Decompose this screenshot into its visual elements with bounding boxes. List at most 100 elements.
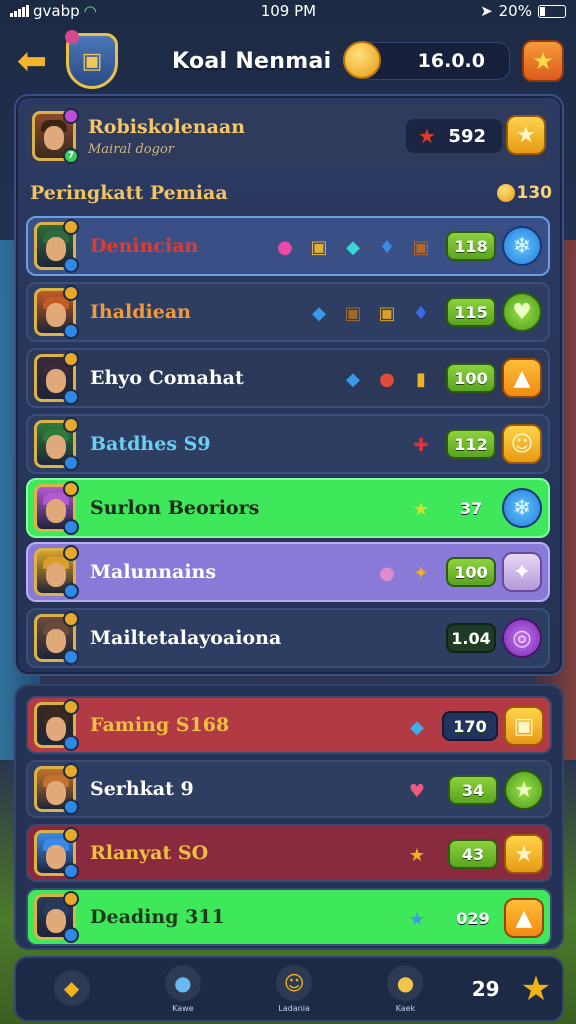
gem-icon: ♦ <box>412 302 430 324</box>
ranking-player-name: Mailtetalayoaiona <box>90 627 282 649</box>
donut-icon: ● <box>277 236 293 258</box>
secondary-row[interactable]: Rlanyat SO ★ 43 ★ <box>26 824 552 882</box>
ranking-header: Peringkatt Pemiaa 130 <box>30 178 552 208</box>
secondary-action-button[interactable]: ★ <box>504 834 544 874</box>
player-score: ★ 592 <box>406 119 502 153</box>
ranking-action-button[interactable]: ♥ <box>502 292 542 332</box>
back-arrow-icon[interactable]: ⬅ <box>10 39 54 83</box>
ranking-action-button[interactable]: ▲ <box>502 358 542 398</box>
secondary-row[interactable]: Deading 311 ★ 029 ▲ <box>26 888 552 946</box>
gift-icon: ✚ <box>413 434 429 456</box>
player-star-button[interactable]: ★ <box>506 115 546 155</box>
sword-icon: ✦ <box>413 562 429 584</box>
coin-balance[interactable]: 16.0.0 <box>343 41 510 80</box>
ranking-row[interactable]: Malunnains ● ✦ 100 ✦ <box>26 542 550 602</box>
player-avatar <box>34 699 79 751</box>
nav-item-smile[interactable]: ☺ Ladania <box>249 965 339 1013</box>
ring-icon: ◎ <box>512 625 532 651</box>
ranking-action-button[interactable]: ◎ <box>502 618 542 658</box>
player-avatar <box>34 481 79 535</box>
secondary-row[interactable]: Serhkat 9 ♥ 34 ★ <box>26 760 552 818</box>
secondary-score: 170 <box>442 711 498 741</box>
player-avatar <box>34 285 79 339</box>
smile-icon: ☺ <box>510 431 534 457</box>
secondary-item-strip: ★ <box>402 840 432 870</box>
secondary-list-panel: Faming S168 ◆ 170 ▣ Serhkat 9 ♥ 34 ★ Rlanyat SO ★… <box>14 684 564 950</box>
star-shop-button[interactable]: ★ <box>522 40 564 82</box>
level-badge-icon <box>63 257 79 273</box>
cube-icon: ◆ <box>410 716 424 738</box>
ranking-score: 100 <box>446 557 496 587</box>
secondary-action-button[interactable]: ▣ <box>504 706 544 746</box>
ranking-count: 130 <box>496 183 553 203</box>
current-player-card[interactable]: 7 Robiskolenaan Mairal dogor ★ 592 ★ <box>26 104 550 168</box>
rank-badge-icon <box>63 763 79 779</box>
player-avatar <box>34 351 79 405</box>
rank-badge-icon <box>63 351 79 367</box>
carrier-label: gvabp <box>33 2 80 20</box>
coin-icon <box>496 184 515 202</box>
nav-item-label: Kawe <box>172 1004 194 1013</box>
player-name: Robiskolenaan <box>88 115 246 138</box>
level-badge-icon <box>63 519 79 535</box>
secondary-action-button[interactable]: ★ <box>504 770 544 810</box>
potion-icon: ● <box>379 368 395 390</box>
ranking-item-strip: ✚ <box>406 430 436 460</box>
ranking-action-button[interactable]: ☺ <box>502 424 542 464</box>
star-icon: ★ <box>516 122 536 148</box>
ranking-score: 1.04 <box>446 623 496 653</box>
level-badge-icon <box>63 799 79 815</box>
ranking-row[interactable]: Batdhes S9 ✚ 112 ☺ <box>26 414 550 474</box>
ranking-item-strip: ◆ ▣ ▣ ♦ <box>304 298 436 328</box>
nav-item-coin[interactable]: ● Kaek <box>360 965 450 1013</box>
globe-icon: ● <box>164 965 201 1001</box>
secondary-score: 34 <box>448 775 498 805</box>
ranking-row[interactable]: Ehyo Comahat ◆ ● ▮ 100 ▲ <box>26 348 550 408</box>
location-icon: ➤ <box>480 2 493 20</box>
player-avatar <box>34 611 79 665</box>
star-icon: ★ <box>418 124 436 148</box>
coin-amount: 16.0.0 <box>417 50 485 72</box>
star-icon: ★ <box>514 841 534 867</box>
chest-icon: ▣ <box>344 302 362 324</box>
rank-badge-icon <box>63 417 79 433</box>
ranking-player-name: Malunnains <box>90 561 217 583</box>
snowflake-icon: ❄ <box>512 233 532 259</box>
nav-item-globe[interactable]: ● Kawe <box>138 965 228 1013</box>
player-avatar <box>34 545 79 599</box>
secondary-score: 43 <box>448 839 498 869</box>
leaderboard-panel: 7 Robiskolenaan Mairal dogor ★ 592 ★ Per… <box>14 94 564 676</box>
cube-icon: ◆ <box>312 302 326 324</box>
level-badge-icon <box>63 649 79 665</box>
star-icon: ★ <box>408 908 426 930</box>
rank-badge-icon <box>63 285 79 301</box>
star-icon: ✦ <box>512 559 532 585</box>
battery-percent: 20% <box>498 2 532 20</box>
ranking-item-strip: ★ <box>406 494 436 524</box>
wifi-icon: ◠ <box>83 2 97 20</box>
secondary-row[interactable]: Faming S168 ◆ 170 ▣ <box>26 696 552 754</box>
ranking-row[interactable]: Mailtetalayoaiona 1.04 ◎ <box>26 608 550 668</box>
ranking-player-name: Denincian <box>90 235 199 257</box>
player-subtitle: Mairal dogor <box>88 141 174 157</box>
nav-item-home[interactable]: ◆ <box>27 969 117 1009</box>
ranking-count-value: 130 <box>516 183 553 203</box>
ranking-action-button[interactable]: ❄ <box>502 488 542 528</box>
nav-star-icon[interactable]: ★ <box>521 969 551 1009</box>
rank-badge-icon <box>63 891 79 907</box>
chest-icon: ▣ <box>378 302 396 324</box>
secondary-action-button[interactable]: ▲ <box>504 898 544 938</box>
ranking-row[interactable]: Surlon Beoriors ★ 37 ❄ <box>26 478 550 538</box>
clock: 109 PM <box>260 2 317 20</box>
player-score-value: 592 <box>448 125 486 147</box>
battery-icon <box>537 4 566 18</box>
ranking-title: Peringkatt Pemiaa <box>30 182 228 204</box>
ranking-row[interactable]: Ihaldiean ◆ ▣ ▣ ♦ 115 ♥ <box>26 282 550 342</box>
guild-shield-icon[interactable]: ▣ <box>65 30 118 89</box>
ranking-row[interactable]: Denincian ● ▣ ◆ ♦ ▣ 118 ❄ <box>26 216 550 276</box>
ranking-action-button[interactable]: ❄ <box>502 226 542 266</box>
ranking-action-button[interactable]: ✦ <box>502 552 542 592</box>
coin-icon: ● <box>387 965 424 1001</box>
chest-icon: ▣ <box>513 713 535 739</box>
ranking-item-strip: ◆ ● ▮ <box>338 364 436 394</box>
